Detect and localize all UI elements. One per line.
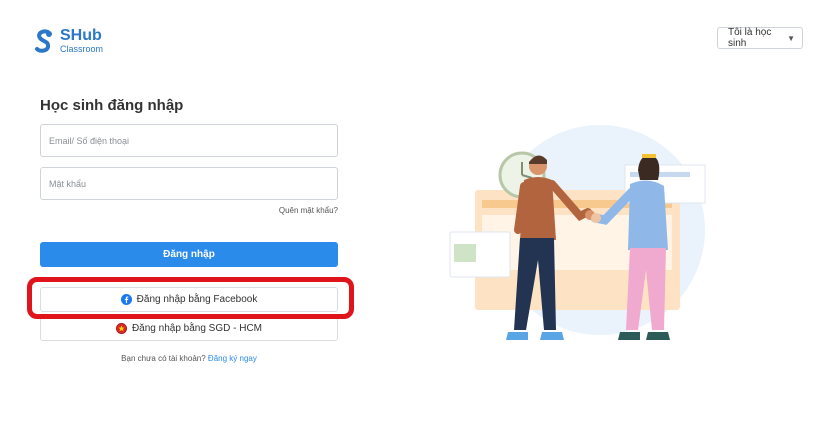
login-form: Học sinh đăng nhập Email/ Số điện thoại … [40,96,338,363]
signup-link[interactable]: Đăng ký ngay [208,354,257,363]
login-button-label: Đăng nhập [163,249,215,260]
signup-text: Bạn chưa có tài khoản? [121,354,206,363]
sgd-login-label: Đăng nhập bằng SGD - HCM [131,323,263,334]
password-field[interactable]: Mật khẩu [40,167,338,200]
brand-subtitle: Classroom [60,44,104,54]
email-placeholder: Email/ Số điện thoại [49,135,130,146]
forgot-password-link[interactable]: Quên mật khẩu? [279,206,338,215]
role-select-value: Tôi là học sinh [728,27,772,49]
sgd-login-button[interactable]: Đăng nhập bằng SGD - HCM [40,316,338,341]
email-field[interactable]: Email/ Số điện thoại [40,124,338,157]
logo[interactable]: SHub Classroom [34,26,124,56]
sgd-emblem-icon [115,323,127,334]
caret-down-icon: ▼ [787,33,795,43]
handshake-illustration [449,125,706,340]
brand-name: SHub [60,27,102,44]
page-title: Học sinh đăng nhập [40,97,184,114]
login-button[interactable]: Đăng nhập [40,242,338,267]
facebook-highlight-annotation [27,277,354,319]
password-placeholder: Mật khẩu [49,178,87,189]
signup-prompt: Bạn chưa có tài khoản? Đăng ký ngay [40,354,338,363]
shub-logo-icon [35,29,52,53]
role-select[interactable]: Tôi là học sinh ▼ [717,27,803,49]
